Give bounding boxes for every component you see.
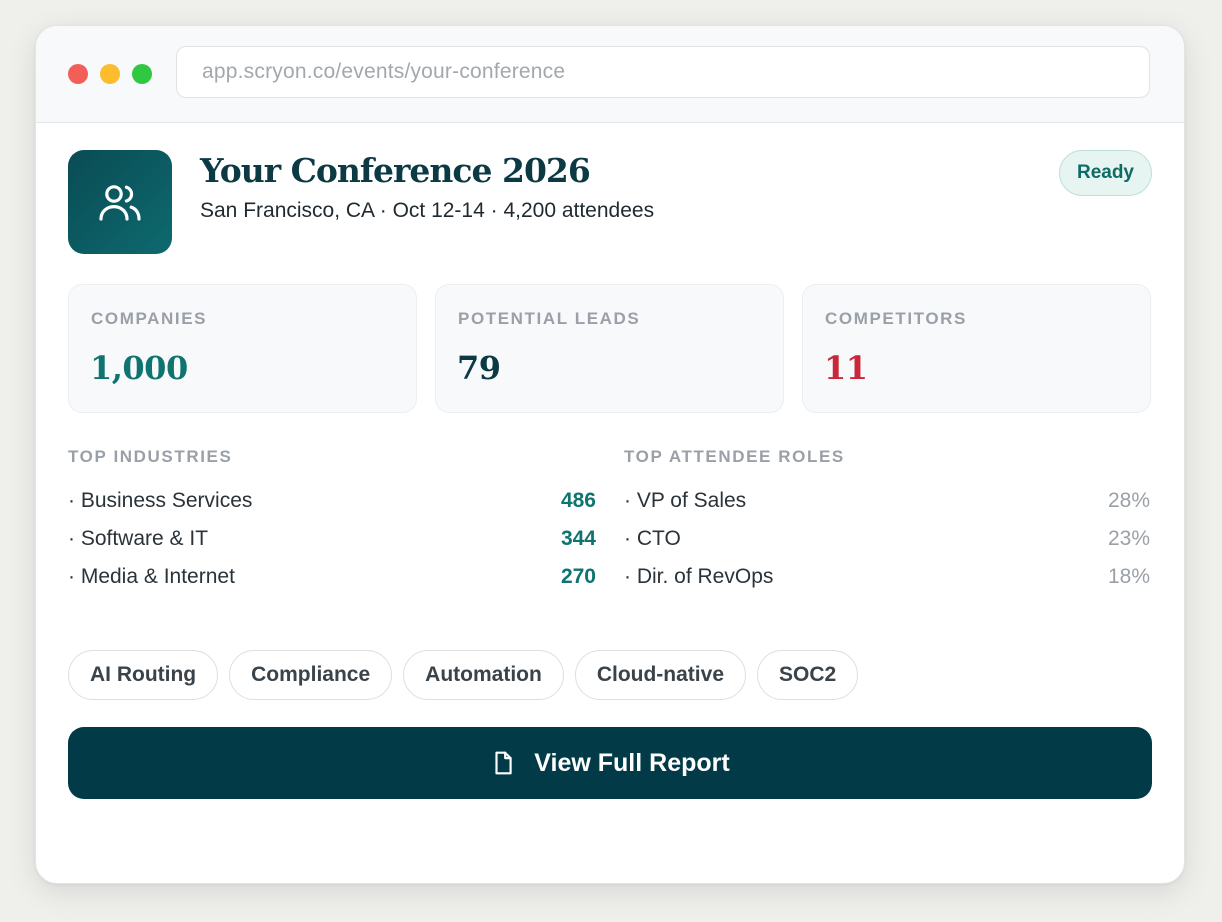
minimize-window-button[interactable] [100, 64, 120, 84]
list-item: · Media & Internet 270 [68, 562, 596, 592]
list-item: · VP of Sales 28% [624, 486, 1150, 516]
list-item: · CTO 23% [624, 524, 1150, 554]
list-item: · Software & IT 344 [68, 524, 596, 554]
stat-value: 11 [824, 349, 868, 387]
stat-card-companies: COMPANIES 1,000 [68, 284, 417, 413]
role-label: · CTO [624, 527, 681, 550]
role-label: · Dir. of RevOps [624, 565, 774, 588]
industry-label: · Business Services [68, 489, 253, 512]
role-percent: 28% [1107, 489, 1150, 512]
stat-card-potential-leads: POTENTIAL LEADS 79 [435, 284, 784, 413]
industry-label: · Software & IT [68, 527, 209, 550]
role-label: · VP of Sales [624, 489, 747, 512]
event-details: San Francisco, CA · Oct 12-14 · 4,200 at… [200, 199, 655, 222]
stat-value: 1,000 [90, 349, 188, 387]
tag-soc2[interactable]: SOC2 [757, 650, 859, 700]
stat-label: POTENTIAL LEADS [458, 309, 641, 328]
list-item: · Dir. of RevOps 18% [624, 562, 1150, 592]
list-item: · Business Services 486 [68, 486, 596, 516]
browser-titlebar: app.scryon.co/events/your-conference [36, 26, 1184, 123]
industry-count: 270 [560, 565, 596, 588]
industry-count: 486 [560, 489, 596, 512]
role-percent: 18% [1107, 565, 1150, 588]
address-bar[interactable]: app.scryon.co/events/your-conference [176, 46, 1150, 98]
event-title: Your Conference 2026 [200, 151, 591, 190]
stat-label: COMPANIES [91, 309, 208, 328]
event-card: Your Conference 2026 San Francisco, CA ·… [36, 123, 1184, 883]
industry-label: · Media & Internet [68, 565, 235, 588]
maximize-window-button[interactable] [132, 64, 152, 84]
close-window-button[interactable] [68, 64, 88, 84]
tag-list: AI Routing Compliance Automation Cloud-n… [68, 650, 859, 700]
document-icon [490, 749, 516, 777]
users-icon [68, 150, 172, 254]
view-full-report-label: View Full Report [534, 748, 730, 777]
role-percent: 23% [1107, 527, 1150, 550]
view-full-report-button[interactable]: View Full Report [68, 727, 1152, 799]
industry-count: 344 [560, 527, 596, 550]
tag-ai-routing[interactable]: AI Routing [68, 650, 219, 700]
industries-heading: TOP INDUSTRIES [68, 447, 233, 466]
stat-label: COMPETITORS [825, 309, 967, 328]
status-badge: Ready [1058, 150, 1152, 196]
tag-automation[interactable]: Automation [403, 650, 564, 700]
tag-cloud-native[interactable]: Cloud-native [574, 650, 746, 700]
browser-window: app.scryon.co/events/your-conference You… [35, 25, 1185, 884]
stat-value: 79 [457, 349, 501, 387]
tag-compliance[interactable]: Compliance [229, 650, 393, 700]
roles-heading: TOP ATTENDEE ROLES [624, 447, 845, 466]
stat-card-competitors: COMPETITORS 11 [802, 284, 1151, 413]
